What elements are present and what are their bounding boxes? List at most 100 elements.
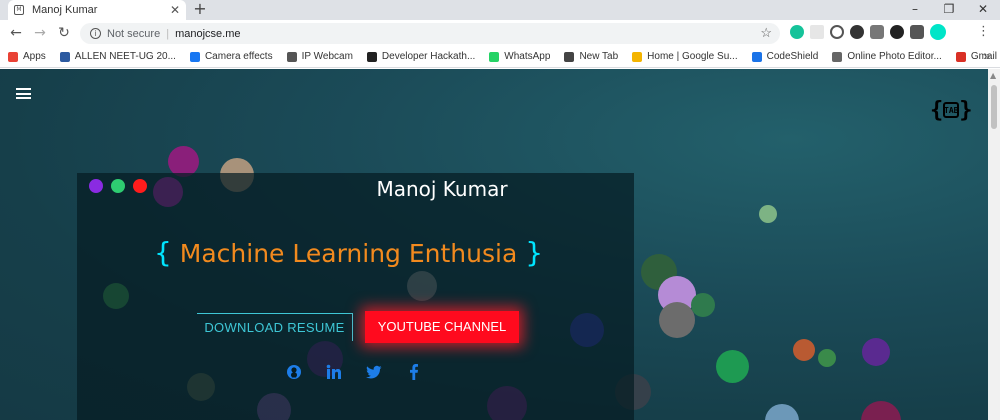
- forward-icon[interactable]: →: [28, 25, 52, 41]
- info-icon[interactable]: i: [90, 28, 101, 39]
- bookmark-label: WhatsApp: [504, 51, 551, 62]
- bookmark-favicon-icon: [286, 51, 297, 62]
- bookmark-favicon-icon: [632, 51, 643, 62]
- bookmark-label: Camera effects: [204, 51, 273, 62]
- profile-name: Manoj Kumar: [376, 177, 508, 201]
- bubble-decoration: [793, 339, 815, 361]
- window-controls: – ❐ ✕: [898, 0, 1000, 20]
- bookmark-favicon-icon: [955, 51, 966, 62]
- bubble-decoration: [691, 293, 715, 317]
- bubble-decoration: [716, 350, 749, 383]
- tab-favicon-icon: M: [14, 5, 24, 15]
- bookmark-favicon-icon: [564, 51, 575, 62]
- tab-close-icon[interactable]: ✕: [170, 3, 180, 17]
- bookmark-item[interactable]: Developer Hackath...: [366, 51, 476, 62]
- scroll-thumb[interactable]: [991, 85, 997, 129]
- download-resume-button[interactable]: DOWNLOAD RESUME: [197, 313, 353, 341]
- bookmark-item[interactable]: WhatsApp: [489, 51, 550, 62]
- browser-toolbar: ← → ↻ i Not secure | manojcse.me ☆ ⋮: [0, 20, 1000, 46]
- bookmark-label: IP Webcam: [301, 51, 353, 62]
- back-icon[interactable]: ←: [4, 25, 28, 41]
- bubble-decoration: [570, 313, 604, 347]
- browser-menu-icon[interactable]: ⋮: [977, 24, 990, 39]
- grammarly-icon[interactable]: [790, 25, 804, 39]
- bookmark-item[interactable]: ALLEN NEET-UG 20...: [59, 51, 176, 62]
- window-close-icon[interactable]: ✕: [966, 0, 1000, 20]
- bookmark-favicon-icon: [366, 51, 377, 62]
- omnibox-separator: |: [166, 27, 170, 40]
- site-logo[interactable]: { TAB }: [930, 93, 973, 127]
- bubble-decoration: [861, 401, 901, 420]
- not-secure-label: Not secure: [107, 27, 161, 40]
- bookmark-favicon-icon: [59, 51, 70, 62]
- tagline-text: Machine Learning Enthusia: [179, 239, 518, 268]
- brace-close-icon: }: [959, 97, 973, 123]
- new-tab-button[interactable]: +: [190, 0, 210, 20]
- minimize-icon[interactable]: –: [898, 0, 932, 20]
- facebook-icon[interactable]: [405, 363, 423, 381]
- page-content: { TAB } Manoj Kumar { Machine Learning E…: [0, 69, 988, 420]
- extension-icon[interactable]: [890, 25, 904, 39]
- reload-icon[interactable]: ↻: [52, 25, 76, 41]
- bookmark-star-icon[interactable]: ☆: [760, 25, 772, 41]
- bookmark-item[interactable]: Gmail: [955, 51, 997, 62]
- bookmark-item[interactable]: Home | Google Su...: [632, 51, 738, 62]
- scroll-up-icon[interactable]: ▲: [990, 71, 996, 80]
- bubble-decoration: [862, 338, 890, 366]
- logo-text: TAB: [943, 102, 960, 118]
- bubble-decoration: [818, 349, 836, 367]
- bubble-decoration: [659, 302, 695, 338]
- extension-icon[interactable]: [830, 25, 844, 39]
- address-bar[interactable]: i Not secure | manojcse.me ☆: [80, 23, 780, 44]
- bookmark-favicon-icon: [489, 51, 500, 62]
- bookmark-label: Home | Google Su...: [647, 51, 738, 62]
- twitter-icon[interactable]: [365, 363, 383, 381]
- bookmark-favicon-icon: [832, 51, 843, 62]
- extension-icons: [790, 24, 946, 40]
- bookmark-favicon-icon: [189, 51, 200, 62]
- bookmark-item[interactable]: Camera effects: [189, 51, 273, 62]
- linkedin-icon[interactable]: [325, 363, 343, 381]
- terminal-card: Manoj Kumar { Machine Learning Enthusia …: [77, 173, 634, 420]
- tagline-brace-close: }: [525, 236, 544, 269]
- browser-tabstrip: M Manoj Kumar ✕ + – ❐ ✕: [0, 0, 1000, 20]
- bubble-decoration: [103, 283, 129, 309]
- bookmark-item[interactable]: IP Webcam: [286, 51, 353, 62]
- bookmark-label: Developer Hackath...: [381, 51, 476, 62]
- bookmark-label: ALLEN NEET-UG 20...: [74, 51, 176, 62]
- restore-icon[interactable]: ❐: [932, 0, 966, 20]
- extension-icon[interactable]: [850, 25, 864, 39]
- hamburger-menu-icon[interactable]: [16, 88, 31, 99]
- bubble-decoration: [257, 393, 291, 420]
- bookmark-label: New Tab: [579, 51, 619, 62]
- bookmark-item[interactable]: New Tab: [564, 51, 618, 62]
- tagline: { Machine Learning Enthusia }: [154, 236, 543, 269]
- url-text: manojcse.me: [175, 27, 241, 40]
- bubble-decoration: [407, 271, 437, 301]
- bookmark-favicon-icon: [8, 51, 18, 62]
- bookmark-item[interactable]: Apps: [8, 51, 46, 62]
- extension-icon[interactable]: [870, 25, 884, 39]
- bookmarks-bar: Apps ALLEN NEET-UG 20... Camera effects IP …: [0, 46, 1000, 68]
- youtube-channel-button[interactable]: YOUTUBE CHANNEL: [365, 311, 519, 343]
- extensions-puzzle-icon[interactable]: [910, 25, 924, 39]
- profile-avatar[interactable]: [930, 24, 946, 40]
- bubble-decoration: [487, 386, 527, 420]
- bubble-decoration: [765, 404, 799, 420]
- social-links: [285, 363, 423, 381]
- brace-open-icon: {: [930, 97, 944, 123]
- github-icon[interactable]: [285, 363, 303, 381]
- page-scrollbar[interactable]: ▲: [988, 69, 1000, 420]
- bubble-decoration: [759, 205, 777, 223]
- bookmark-item[interactable]: CodeShield: [751, 51, 819, 62]
- extension-icon[interactable]: [810, 25, 824, 39]
- more-bookmarks-icon[interactable]: »: [983, 49, 990, 63]
- browser-tab[interactable]: M Manoj Kumar ✕: [8, 0, 186, 20]
- tagline-brace-open: {: [154, 236, 172, 269]
- bookmark-label: Apps: [23, 51, 46, 62]
- bookmark-label: CodeShield: [766, 51, 819, 62]
- tab-title: Manoj Kumar: [32, 4, 98, 16]
- bookmark-item[interactable]: Online Photo Editor...: [832, 51, 942, 62]
- bookmark-favicon-icon: [751, 51, 762, 62]
- bookmark-label: Online Photo Editor...: [847, 51, 942, 62]
